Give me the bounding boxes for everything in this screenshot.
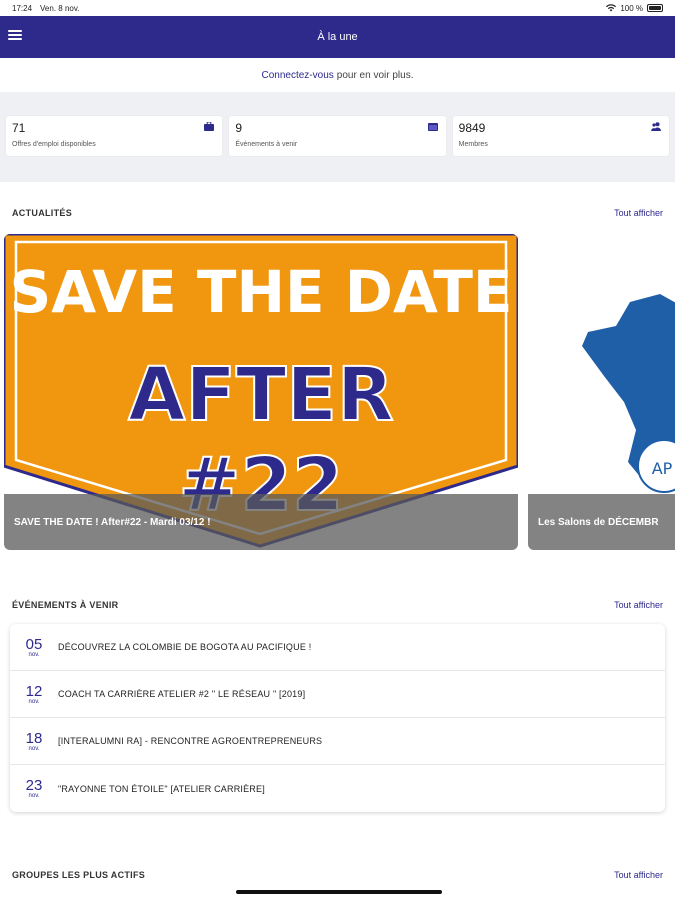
events-section-title: ÉVÉNEMENTS À VENIR: [12, 600, 119, 610]
stat-value: 71: [12, 121, 26, 135]
event-row[interactable]: 23 nov. "RAYONNE TON ÉTOILE" [ATELIER CA…: [10, 765, 665, 812]
status-time: 17:24: [12, 3, 33, 13]
menu-icon[interactable]: [8, 28, 22, 42]
event-day: 23: [25, 777, 43, 794]
groups-section: GROUPES LES PLUS ACTIFS Tout afficher: [0, 862, 675, 888]
battery-percent: 100 %: [620, 3, 643, 13]
calendar-icon: [427, 123, 438, 131]
news-card[interactable]: AP Les Salons de DÉCEMBR: [528, 234, 675, 550]
event-date: 23 nov.: [20, 778, 48, 799]
event-month: nov.: [28, 793, 40, 799]
event-title: COACH TA CARRIÈRE ATELIER #2 " LE RÉSEAU…: [58, 689, 306, 699]
stats-section: 71 Offres d'emploi disponibles 9 Évèneme…: [0, 92, 675, 182]
groups-see-all-link[interactable]: Tout afficher: [614, 870, 663, 880]
event-day: 12: [25, 682, 43, 700]
events-section: ÉVÉNEMENTS À VENIR Tout afficher 05 nov.…: [0, 592, 675, 812]
banner-top-text: SAVE THE DATE: [9, 258, 512, 326]
stat-value: 9849: [458, 121, 486, 135]
news-card[interactable]: SAVE THE DATE AFTER #22 SAVE THE DATE ! …: [4, 234, 518, 550]
event-title: [INTERALUMNI RA] - RENCONTRE AGROENTREPR…: [58, 736, 323, 746]
stat-label: Évènements à venir: [235, 141, 298, 148]
banner-mid-text: AFTER: [128, 352, 394, 438]
page-title: À la une: [317, 31, 358, 43]
stat-label: Membres: [458, 141, 488, 148]
events-see-all-link[interactable]: Tout afficher: [614, 600, 663, 610]
map-logo-text: AP: [652, 459, 673, 478]
event-day: 05: [25, 635, 43, 653]
stat-card-jobs[interactable]: 71 Offres d'emploi disponibles: [6, 116, 223, 156]
stat-label: Offres d'emploi disponibles: [12, 141, 96, 148]
event-row[interactable]: 18 nov. [INTERALUMNI RA] - RENCONTRE AGR…: [10, 718, 665, 765]
briefcase-icon: [204, 122, 215, 131]
wifi-icon: [606, 4, 617, 12]
event-date: 18 nov.: [20, 731, 48, 752]
groups-section-title: GROUPES LES PLUS ACTIFS: [12, 870, 146, 880]
event-title: "RAYONNE TON ÉTOILE" [ATELIER CARRIÈRE]: [58, 783, 265, 794]
news-caption: SAVE THE DATE ! After#22 - Mardi 03/12 !: [4, 494, 518, 550]
status-bar: 17:24 Ven. 8 nov. 100 %: [0, 0, 675, 16]
battery-icon: [647, 4, 663, 12]
status-date: Ven. 8 nov.: [40, 3, 80, 13]
login-prompt: Connectez-vous pour en voir plus.: [0, 58, 675, 92]
event-date: 12 nov.: [20, 684, 48, 705]
event-date: 05 nov.: [20, 637, 48, 658]
news-caption: Les Salons de DÉCEMBR: [528, 494, 675, 550]
home-indicator[interactable]: [236, 890, 442, 894]
members-icon: [650, 122, 661, 131]
news-section: ACTUALITÉS Tout afficher SAVE THE DATE A…: [0, 182, 675, 552]
event-row[interactable]: 12 nov. COACH TA CARRIÈRE ATELIER #2 " L…: [10, 671, 665, 718]
news-see-all-link[interactable]: Tout afficher: [614, 208, 663, 218]
stat-card-members[interactable]: 9849 Membres: [452, 116, 669, 156]
news-carousel[interactable]: SAVE THE DATE AFTER #22 SAVE THE DATE ! …: [0, 234, 675, 552]
stat-card-events[interactable]: 9 Évènements à venir: [229, 116, 446, 156]
events-list: 05 nov. DÉCOUVREZ LA COLOMBIE DE BOGOTA …: [10, 624, 665, 812]
app-header: À la une: [0, 16, 675, 58]
login-prompt-text: pour en voir plus.: [336, 69, 414, 81]
login-link[interactable]: Connectez-vous: [262, 70, 334, 81]
event-month: nov.: [28, 698, 40, 705]
stat-value: 9: [235, 121, 243, 135]
event-title: DÉCOUVREZ LA COLOMBIE DE BOGOTA AU PACIF…: [58, 642, 312, 652]
event-row[interactable]: 05 nov. DÉCOUVREZ LA COLOMBIE DE BOGOTA …: [10, 624, 665, 671]
event-month: nov.: [28, 745, 40, 752]
event-day: 18: [25, 729, 43, 747]
news-section-title: ACTUALITÉS: [12, 208, 72, 218]
event-month: nov.: [28, 651, 40, 658]
